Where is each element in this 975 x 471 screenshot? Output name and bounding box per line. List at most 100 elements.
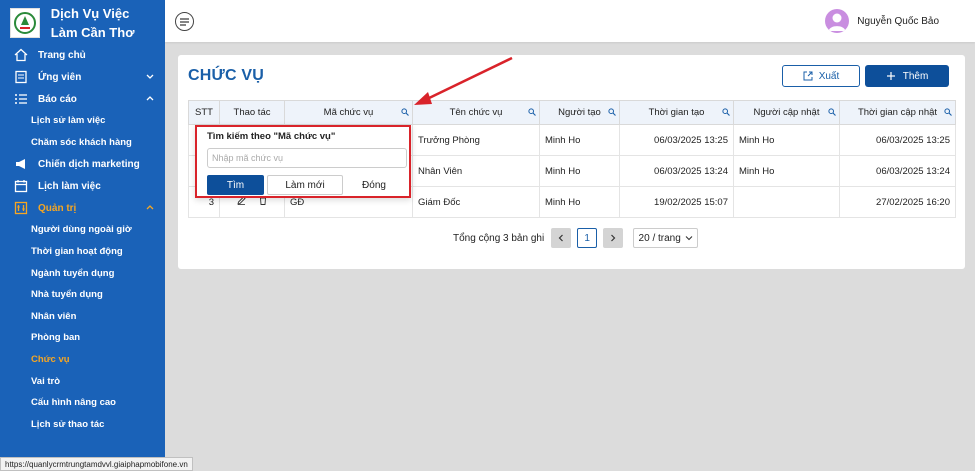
cell-name: Nhân Viên [412, 155, 540, 187]
popup-title: Tìm kiếm theo "Mã chức vụ" [207, 131, 336, 142]
home-icon [14, 48, 28, 62]
chevron-down-icon [146, 74, 154, 79]
search-icon[interactable] [944, 108, 952, 116]
cell-created: 06/03/2025 13:25 [619, 124, 734, 156]
sidebar-item-active-time[interactable]: Thời gian hoạt động [0, 241, 165, 263]
sidebar-item-home[interactable]: Trang chủ [0, 44, 165, 66]
sidebar-item-reports[interactable]: Báo cáo [0, 88, 165, 110]
page-button-current[interactable]: 1 [577, 228, 598, 248]
cell-updater: Minh Ho [733, 124, 840, 156]
chevron-up-icon [146, 205, 154, 210]
plus-icon [886, 72, 895, 80]
chevron-up-icon [146, 96, 154, 101]
cell-updated: 06/03/2025 13:24 [839, 155, 956, 187]
sidebar-item-work-history[interactable]: Lịch sử làm việc [0, 110, 165, 132]
cell-updated: 06/03/2025 13:25 [839, 124, 956, 156]
sidebar-item-roles[interactable]: Vai trò [0, 370, 165, 392]
column-header-label: Tên chức vụ [449, 107, 503, 118]
search-icon[interactable] [401, 108, 409, 116]
search-icon[interactable] [828, 108, 836, 116]
sidebar-item-advanced-config[interactable]: Cấu hình nâng cao [0, 392, 165, 414]
sidebar-item-staff[interactable]: Nhân viên [0, 306, 165, 328]
column-header-created[interactable]: Thời gian tạo [619, 100, 734, 125]
avatar [825, 9, 850, 33]
export-label: Xuất [818, 70, 840, 82]
sidebar-item-admin[interactable]: Quản trị [0, 197, 165, 219]
page-title: CHỨC VỤ [188, 67, 265, 84]
search-icon[interactable] [528, 108, 536, 116]
user-name: Nguyễn Quốc Bảo [857, 15, 939, 27]
column-header-label: Người tạo [558, 107, 601, 118]
sidebar-item-candidates[interactable]: Ứng viên [0, 66, 165, 88]
cell-updated: 27/02/2025 16:20 [839, 186, 956, 218]
candidate-icon [15, 70, 27, 84]
cell-name: Trưởng Phòng [412, 124, 540, 156]
sidebar-item-label: Lịch làm việc [38, 180, 101, 192]
reset-button[interactable]: Làm mới [267, 175, 343, 195]
page-size-select[interactable]: 20 / trang [633, 228, 699, 248]
prev-page-button[interactable] [551, 228, 572, 248]
column-header-name[interactable]: Tên chức vụ [412, 100, 540, 125]
brand: Dịch Vụ Việc Làm Cần Thơ [0, 0, 165, 44]
calendar-icon [14, 180, 28, 193]
total-records: Tổng cộng 3 bản ghi [453, 232, 545, 244]
sidebar-item-industries[interactable]: Ngành tuyển dụng [0, 262, 165, 284]
add-button[interactable]: Thêm [865, 65, 949, 87]
cell-created: 19/02/2025 15:07 [619, 186, 734, 218]
table-header-row: STT Thao tác Mã chức vụ Tên chức vụ Ngườ… [188, 100, 956, 125]
sidebar: Dịch Vụ Việc Làm Cần Thơ Trang chủ Ứng v… [0, 0, 165, 471]
cell-creator: Minh Ho [539, 124, 620, 156]
status-url-bar: https://quanlycrmtrungtamdvvl.giaiphapmo… [0, 457, 193, 471]
export-icon [803, 71, 813, 81]
column-header-code[interactable]: Mã chức vụ [284, 100, 413, 125]
cell-updater: Minh Ho [733, 155, 840, 187]
pagination: Tổng cộng 3 bản ghi 1 20 / trang [453, 228, 699, 248]
cell-updater [733, 186, 840, 218]
sidebar-item-customer-care[interactable]: Chăm sóc khách hàng [0, 132, 165, 154]
sidebar-item-schedule[interactable]: Lịch làm việc [0, 175, 165, 197]
column-header-label: Mã chức vụ [323, 107, 374, 118]
export-button[interactable]: Xuất [782, 65, 860, 87]
logo [10, 8, 40, 38]
column-header-updater[interactable]: Người cập nhật [733, 100, 840, 125]
sidebar-nav: Trang chủ Ứng viên Báo cáo Lịch sử làm v… [0, 44, 165, 435]
menu-icon [180, 17, 189, 26]
menu-toggle-button[interactable] [175, 12, 194, 31]
top-bar: Nguyễn Quốc Bảo [165, 0, 975, 42]
sidebar-item-label: Báo cáo [38, 93, 77, 105]
search-icon[interactable] [608, 108, 616, 116]
add-label: Thêm [902, 70, 929, 82]
sidebar-item-marketing[interactable]: Chiến dịch marketing [0, 153, 165, 175]
close-button[interactable]: Đóng [346, 175, 402, 195]
chevron-right-icon [611, 234, 616, 242]
cell-creator: Minh Ho [539, 186, 620, 218]
column-header-label: Thời gian tạo [648, 107, 705, 118]
user-icon [828, 13, 846, 31]
sidebar-item-action-history[interactable]: Lịch sử thao tác [0, 414, 165, 436]
next-page-button[interactable] [603, 228, 624, 248]
brand-title: Dịch Vụ Việc Làm Cần Thơ [50, 6, 135, 40]
sidebar-item-label: Quản trị [38, 202, 77, 214]
search-button[interactable]: Tìm [207, 175, 264, 195]
sidebar-item-label: Trang chủ [38, 49, 86, 61]
admin-icon [14, 202, 28, 215]
megaphone-icon [16, 159, 25, 170]
column-header-creator[interactable]: Người tạo [539, 100, 620, 125]
sidebar-item-positions[interactable]: Chức vụ [0, 349, 165, 371]
list-icon [15, 94, 27, 104]
column-header-actions: Thao tác [219, 100, 285, 125]
cell-name: Giám Đốc [412, 186, 540, 218]
cell-created: 06/03/2025 13:24 [619, 155, 734, 187]
sidebar-item-departments[interactable]: Phòng ban [0, 327, 165, 349]
column-header-label: Người cập nhật [753, 107, 820, 118]
sidebar-item-employers[interactable]: Nhà tuyển dụng [0, 284, 165, 306]
column-header-stt: STT [188, 100, 220, 125]
sidebar-item-overtime-users[interactable]: Người dùng ngoài giờ [0, 219, 165, 241]
column-header-updated[interactable]: Thời gian cập nhật [839, 100, 956, 125]
chevron-left-icon [558, 234, 564, 242]
code-search-input[interactable]: Nhập mã chức vụ [207, 148, 407, 168]
page-size-value: 20 / trang [638, 232, 681, 244]
search-icon[interactable] [722, 108, 730, 116]
user-menu[interactable]: Nguyễn Quốc Bảo [825, 9, 939, 33]
column-search-popup: Tìm kiếm theo "Mã chức vụ" Nhập mã chức … [195, 125, 411, 198]
